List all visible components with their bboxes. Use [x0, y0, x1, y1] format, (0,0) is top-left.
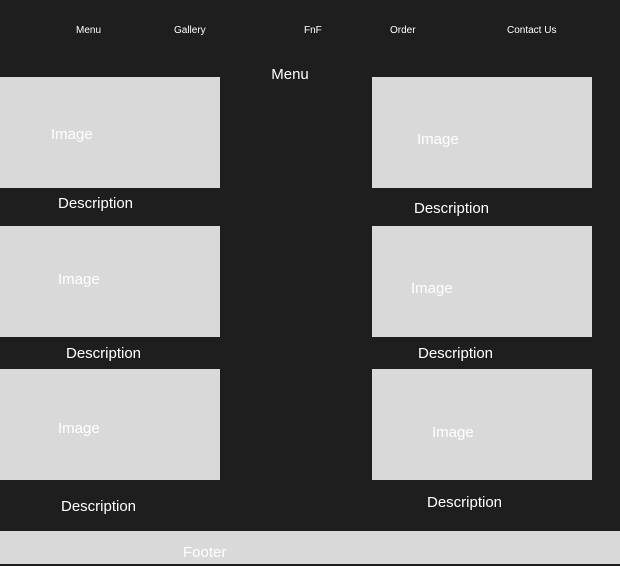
menu-card-image-5[interactable] — [0, 369, 220, 480]
nav-link-gallery[interactable]: Gallery — [174, 25, 206, 37]
menu-card-description-3: Description — [66, 345, 142, 362]
image-placeholder-label: Image — [58, 420, 100, 437]
menu-card-image-6[interactable] — [372, 369, 592, 480]
image-placeholder-label: Image — [417, 131, 459, 148]
menu-card-image-1[interactable] — [0, 77, 220, 188]
menu-card-description-4: Description — [418, 345, 494, 362]
footer-label: Footer — [183, 544, 227, 561]
nav-link-menu[interactable]: Menu — [76, 25, 101, 37]
nav-link-contact-us[interactable]: Contact Us — [507, 25, 556, 37]
nav-link-order[interactable]: Order — [390, 25, 416, 37]
image-placeholder-label: Image — [411, 280, 453, 297]
menu-card-image-2[interactable] — [372, 77, 592, 188]
menu-card-description-6: Description — [427, 494, 503, 511]
menu-card-image-4[interactable] — [372, 226, 592, 337]
image-placeholder-label: Image — [432, 424, 474, 441]
page: { "nav": { "menu": "Menu", "gallery": "G… — [0, 0, 620, 566]
menu-card-description-2: Description — [414, 200, 490, 217]
image-placeholder-label: Image — [51, 126, 93, 143]
footer: Footer — [0, 531, 620, 564]
menu-card-description-5: Description — [61, 498, 137, 515]
nav-link-fnf[interactable]: FnF — [304, 25, 322, 37]
menu-card-image-3[interactable] — [0, 226, 220, 337]
menu-card-description-1: Description — [58, 195, 134, 212]
image-placeholder-label: Image — [58, 271, 100, 288]
